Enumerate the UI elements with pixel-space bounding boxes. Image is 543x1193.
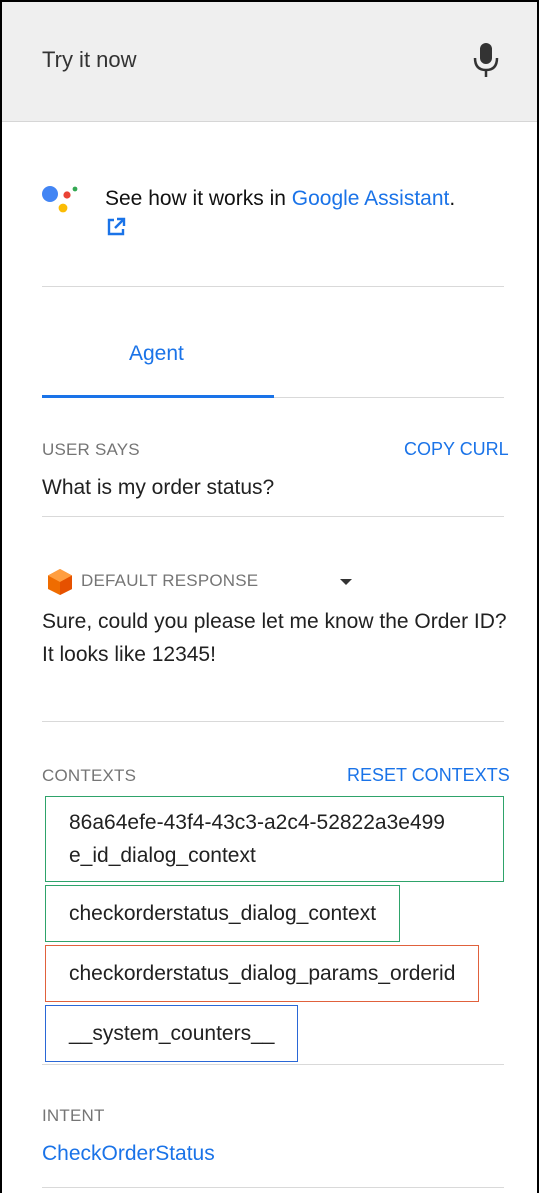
active-tab-indicator (42, 395, 274, 398)
assistant-promo-text: See how it works in Google Assistant. (105, 184, 515, 238)
divider (42, 516, 504, 517)
tab-agent[interactable]: Agent (42, 322, 274, 398)
context-name-line: 86a64efe-43f4-43c3-a2c4-52822a3e499 (69, 811, 445, 834)
divider (42, 1064, 504, 1065)
context-chip[interactable]: checkorderstatus_dialog_params_orderid (45, 945, 480, 1002)
dialogflow-icon (48, 569, 72, 595)
divider (42, 286, 504, 287)
context-name: checkorderstatus_dialog_context (69, 902, 377, 925)
context-name: __system_counters__ (69, 1022, 275, 1045)
divider (42, 1187, 504, 1188)
google-assistant-link[interactable]: Google Assistant (292, 187, 450, 210)
microphone-icon[interactable] (472, 42, 500, 78)
context-name: checkorderstatus_dialog_params_orderid (69, 962, 456, 985)
external-link-icon[interactable] (105, 216, 127, 238)
google-assistant-logo-icon (42, 186, 78, 213)
context-chip[interactable]: __system_counters__ (45, 1005, 299, 1062)
user-says-label: USER SAYS (42, 440, 140, 459)
user-says-text: What is my order status? (42, 476, 275, 499)
context-chip[interactable]: checkorderstatus_dialog_context (45, 885, 401, 942)
header-title: Try it now (42, 47, 137, 72)
tab-agent-label: Agent (129, 342, 184, 365)
intent-link[interactable]: CheckOrderStatus (42, 1142, 215, 1166)
context-name-line: e_id_dialog_context (69, 844, 256, 867)
default-response-label: DEFAULT RESPONSE (81, 571, 259, 590)
assistant-text-suffix: . (449, 187, 456, 210)
context-chip[interactable]: 86a64efe-43f4-43c3-a2c4-52822a3e499 e_id… (45, 796, 504, 882)
copy-curl-button[interactable]: COPY CURL (404, 439, 509, 460)
assistant-text-prefix: See how it works in (105, 187, 292, 210)
reset-contexts-button[interactable]: RESET CONTEXTS (347, 765, 510, 786)
contexts-label: CONTEXTS (42, 766, 137, 785)
divider (42, 721, 504, 722)
default-response-text: Sure, could you please let me know the O… (42, 610, 507, 666)
panel-header: Try it now (2, 2, 537, 122)
intent-label: INTENT (42, 1106, 105, 1125)
try-it-now-panel: Try it now See how it works in Google As… (0, 0, 539, 1193)
chevron-down-icon[interactable] (339, 577, 353, 587)
